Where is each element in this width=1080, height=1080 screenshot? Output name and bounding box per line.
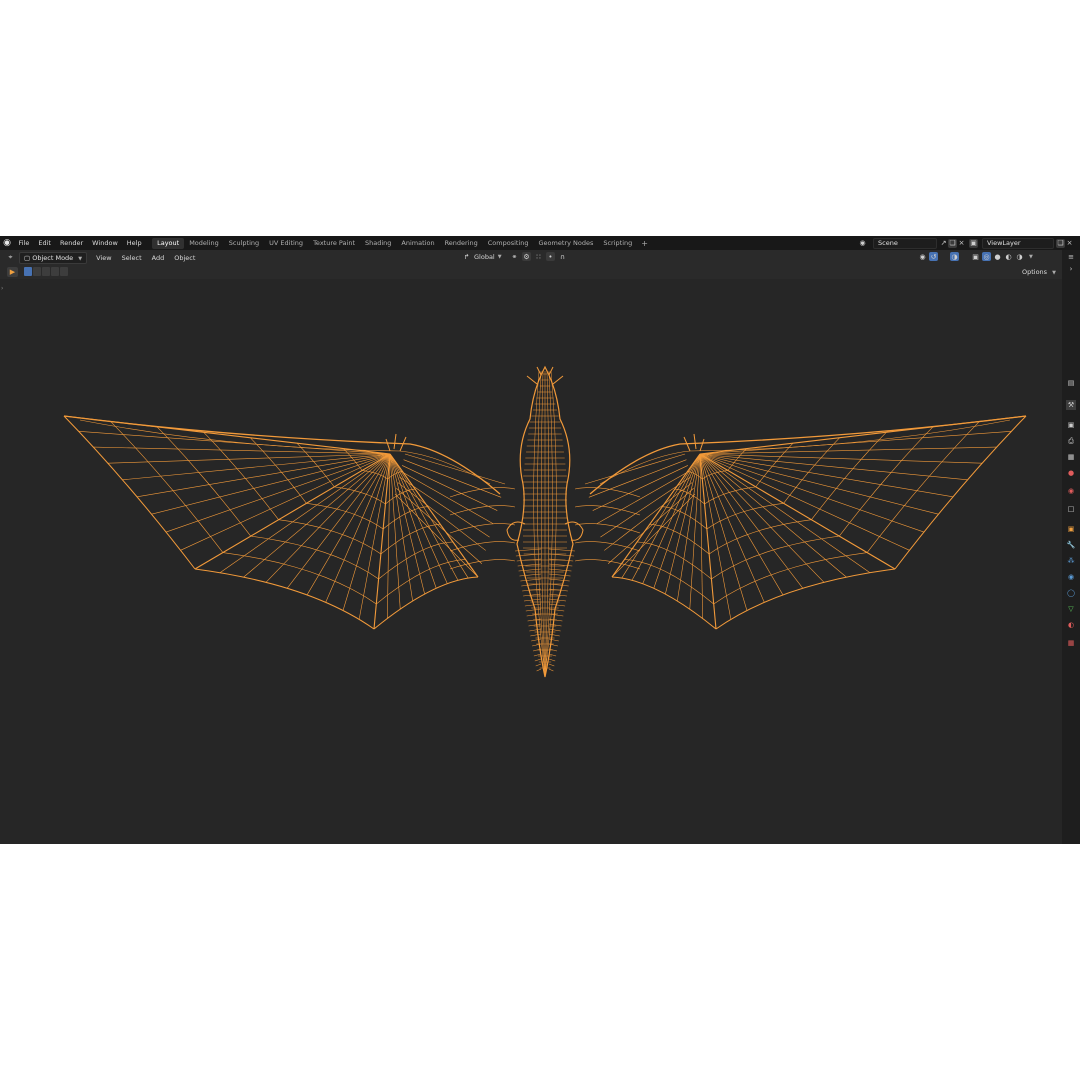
chevron-down-icon: ▼ bbox=[1052, 270, 1056, 276]
orientation-label: Global bbox=[474, 252, 495, 261]
modifier-properties-icon[interactable]: 🔧 bbox=[1066, 540, 1076, 550]
data-properties-icon[interactable]: ▽ bbox=[1066, 604, 1076, 614]
wireframe-mesh bbox=[63, 365, 1027, 678]
outliner-toggle-icon[interactable]: ≡ bbox=[1066, 252, 1076, 262]
orientation-icon: ↱ bbox=[463, 252, 470, 261]
visibility-icon[interactable]: ◉ bbox=[918, 252, 927, 261]
constraint-properties-icon[interactable]: ◯ bbox=[1066, 588, 1076, 598]
tab-texture-paint[interactable]: Texture Paint bbox=[308, 238, 360, 249]
select-extend-icon[interactable] bbox=[33, 267, 41, 276]
viewport-header: ⌖ ▢ Object Mode ▼ View Select Add Object… bbox=[0, 250, 1062, 265]
object-properties-icon[interactable]: ▣ bbox=[1066, 524, 1076, 534]
new-view-layer-icon[interactable]: ❏ bbox=[1056, 238, 1065, 248]
close-icon[interactable]: × bbox=[957, 239, 966, 248]
add-workspace-button[interactable]: + bbox=[637, 239, 652, 248]
view-layer-icon[interactable]: ▣ bbox=[969, 238, 978, 248]
viewport-overlay-group: ◉ ↺ ◑ ▣ ◎ ● ◐ ◑ ▼ bbox=[918, 252, 1033, 261]
snapping-group: ⚭ ⚙ ∷ • ∩ bbox=[510, 252, 567, 261]
texture-properties-icon[interactable]: ▦ bbox=[1066, 638, 1076, 648]
menu-add[interactable]: Add bbox=[147, 254, 170, 262]
tool-settings-bar: ▶ Options ▼ bbox=[0, 265, 1062, 279]
chevron-down-icon: ▼ bbox=[497, 253, 502, 260]
tab-shading[interactable]: Shading bbox=[360, 238, 396, 249]
select-subtract-icon[interactable] bbox=[42, 267, 50, 276]
outliner-expand-icon[interactable]: › bbox=[1066, 264, 1076, 274]
world-properties-icon[interactable]: ◉ bbox=[1066, 486, 1076, 496]
falloff-icon[interactable]: ∩ bbox=[558, 252, 567, 261]
menu-object[interactable]: Object bbox=[169, 254, 200, 262]
snap-icon[interactable]: ⚙ bbox=[522, 252, 531, 261]
view-layer-properties-icon[interactable]: ▦ bbox=[1066, 452, 1076, 462]
tab-modeling[interactable]: Modeling bbox=[184, 238, 224, 249]
tab-sculpting[interactable]: Sculpting bbox=[224, 238, 264, 249]
overlay-icon[interactable]: ◑ bbox=[950, 252, 959, 261]
selection-mode-group bbox=[24, 267, 68, 276]
menu-render[interactable]: Render bbox=[55, 236, 87, 250]
proportional-edit-icon[interactable]: • bbox=[546, 252, 555, 261]
options-dropdown[interactable]: Options ▼ bbox=[1018, 267, 1060, 277]
mode-label: Object Mode bbox=[32, 253, 74, 262]
material-properties-icon[interactable]: ◐ bbox=[1066, 620, 1076, 630]
mode-dropdown[interactable]: ▢ Object Mode ▼ bbox=[19, 251, 88, 264]
dragon-wireframe[interactable] bbox=[0, 279, 1062, 844]
scene-icon[interactable]: ◉ bbox=[858, 239, 867, 248]
scene-field[interactable]: Scene bbox=[873, 237, 937, 249]
tab-compositing[interactable]: Compositing bbox=[483, 238, 534, 249]
workspace-tabs: Layout Modeling Sculpting UV Editing Tex… bbox=[152, 236, 652, 250]
output-properties-icon[interactable]: ⎙ bbox=[1066, 436, 1076, 446]
tab-uv-editing[interactable]: UV Editing bbox=[264, 238, 308, 249]
menu-view[interactable]: View bbox=[91, 254, 116, 262]
pivot-icon[interactable]: ⚭ bbox=[510, 252, 519, 261]
chevron-down-icon[interactable]: ▼ bbox=[1029, 254, 1033, 260]
select-intersect-icon[interactable] bbox=[60, 267, 68, 276]
select-new-icon[interactable] bbox=[24, 267, 32, 276]
tab-layout[interactable]: Layout bbox=[152, 237, 185, 249]
blender-window: ◉ File Edit Render Window Help Layout Mo… bbox=[0, 236, 1080, 844]
toolbar-expand-icon[interactable]: › bbox=[1, 285, 3, 292]
select-tool-icon[interactable]: ▶ bbox=[7, 267, 18, 277]
solid-shading-icon[interactable]: ● bbox=[993, 252, 1002, 261]
view-layer-field[interactable]: ViewLayer bbox=[982, 237, 1054, 249]
blender-logo-icon[interactable]: ◉ bbox=[0, 236, 14, 250]
menu-select[interactable]: Select bbox=[117, 254, 147, 262]
scene-properties-icon[interactable]: ● bbox=[1066, 468, 1076, 478]
select-invert-icon[interactable] bbox=[51, 267, 59, 276]
tab-scripting[interactable]: Scripting bbox=[598, 238, 637, 249]
editor-type-icon[interactable]: ⌖ bbox=[6, 253, 15, 262]
physics-properties-icon[interactable]: ◉ bbox=[1066, 572, 1076, 582]
properties-editor-icon[interactable]: ▤ bbox=[1066, 378, 1076, 388]
3d-viewport[interactable]: › bbox=[0, 279, 1062, 844]
rendered-shading-icon[interactable]: ◑ bbox=[1015, 252, 1024, 261]
menu-file[interactable]: File bbox=[14, 236, 34, 250]
tab-rendering[interactable]: Rendering bbox=[440, 238, 483, 249]
properties-strip: ≡ › ▤ ⚒ ▣ ⎙ ▦ ● ◉ □ ▣ 🔧 ⁂ ◉ ◯ ▽ ◐ ▦ bbox=[1062, 250, 1080, 844]
scene-selector: ◉ Scene ↗ ❏ × bbox=[858, 237, 966, 249]
pin-icon[interactable]: ↗ bbox=[939, 239, 948, 248]
menu-window[interactable]: Window bbox=[88, 236, 123, 250]
menu-help[interactable]: Help bbox=[122, 236, 146, 250]
chevron-down-icon: ▼ bbox=[78, 255, 83, 262]
collection-properties-icon[interactable]: □ bbox=[1066, 504, 1076, 514]
object-mode-icon: ▢ bbox=[24, 253, 31, 262]
new-scene-icon[interactable]: ❏ bbox=[948, 238, 957, 248]
close-view-layer-icon[interactable]: × bbox=[1065, 239, 1074, 248]
particles-properties-icon[interactable]: ⁂ bbox=[1066, 556, 1076, 566]
gizmo-icon[interactable]: ↺ bbox=[929, 252, 938, 261]
menu-edit[interactable]: Edit bbox=[34, 236, 56, 250]
top-bar: ◉ File Edit Render Window Help Layout Mo… bbox=[0, 236, 1080, 250]
snap-target-icon[interactable]: ∷ bbox=[534, 252, 543, 261]
render-properties-icon[interactable]: ▣ bbox=[1066, 420, 1076, 430]
transform-orientation[interactable]: ↱ Global ▼ bbox=[462, 252, 502, 261]
view-layer-selector: ▣ ViewLayer ❏ × bbox=[969, 237, 1074, 249]
options-label: Options bbox=[1021, 268, 1048, 276]
tab-geometry-nodes[interactable]: Geometry Nodes bbox=[534, 238, 599, 249]
material-shading-icon[interactable]: ◐ bbox=[1004, 252, 1013, 261]
tool-properties-icon[interactable]: ⚒ bbox=[1066, 400, 1076, 410]
wireframe-shading-icon[interactable]: ◎ bbox=[982, 252, 991, 261]
xray-icon[interactable]: ▣ bbox=[971, 252, 980, 261]
tab-animation[interactable]: Animation bbox=[396, 238, 439, 249]
